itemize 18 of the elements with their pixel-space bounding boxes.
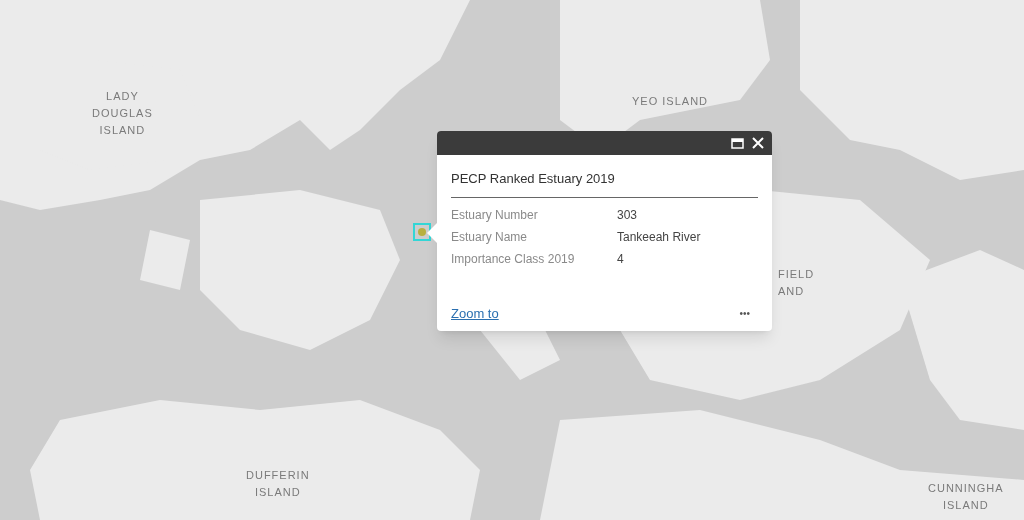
map[interactable]: LADY DOUGLAS ISLAND YEO ISLAND FIELD AND DUFFERIN ISLAND CUNNINGHA ISLAND PECP Ranked Estuary 2019 Estuary Number 303 Estuary Name Tankeeah River Importance Class 2019 4 Zoom to ••• [0,0,1024,520]
map-label: CUNNINGHA ISLAND [928,481,1004,513]
maximize-icon[interactable] [731,137,744,149]
field-label: Importance Class 2019 [451,250,576,268]
close-icon[interactable] [752,137,764,149]
field-value: Tankeeah River [617,228,701,246]
map-label: DUFFERIN ISLAND [246,468,310,500]
map-label: LADY DOUGLAS ISLAND [92,89,153,138]
field-value: 303 [617,206,638,224]
popup-title: PECP Ranked Estuary 2019 [451,169,758,198]
field-value: 4 [617,250,624,268]
map-label: FIELD AND [778,267,815,299]
field-label: Estuary Number [451,206,539,224]
zoom-to-link[interactable]: Zoom to [451,303,499,323]
map-label: YEO ISLAND [632,94,709,109]
more-options-button[interactable]: ••• [731,305,758,321]
field-label: Estuary Name [451,228,529,246]
popup-pointer-icon [427,223,437,243]
